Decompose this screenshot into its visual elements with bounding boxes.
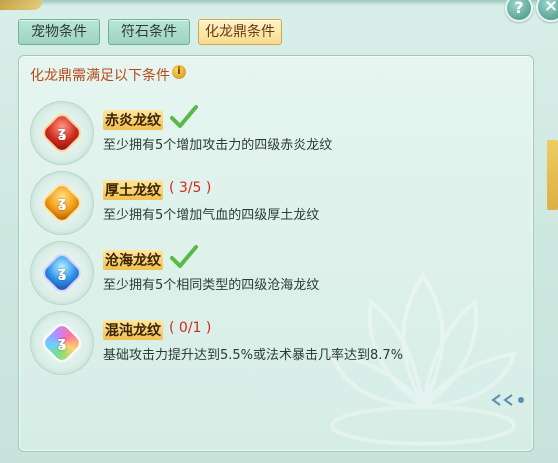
help-button[interactable]: ? (505, 0, 533, 22)
condition-description: 至少拥有5个相同类型的四级沧海龙纹 (103, 278, 320, 293)
checkmark-icon (170, 245, 198, 268)
condition-row: ʓ 混沌龙纹 ( 0/1 ) 基础攻击力提升达到5.5%或法术暴击几率达到8.7… (19, 314, 533, 384)
condition-progress: ( 0/1 ) (169, 320, 212, 336)
conditions-panel: 化龙鼎需满足以下条件 i ʓ 赤炎龙纹 至少拥有5个增加攻击力的四级赤炎龙纹 ʓ… (18, 55, 534, 452)
checkmark-icon (170, 105, 198, 128)
dragon-glyph-icon: ʓ (57, 125, 67, 141)
close-button[interactable]: × (536, 0, 558, 22)
dragon-glyph-icon: ʓ (57, 265, 67, 281)
scroll-arrows-icon[interactable] (490, 392, 530, 408)
condition-progress: ( 3/5 ) (169, 180, 212, 196)
tab-dragon-cauldron-conditions[interactable]: 化龙鼎条件 (198, 19, 282, 45)
corner-ornament (0, 0, 42, 10)
condition-name: 厚土龙纹 (103, 180, 163, 200)
condition-row: ʓ 沧海龙纹 至少拥有5个相同类型的四级沧海龙纹 (19, 244, 533, 314)
close-icon: × (543, 0, 558, 16)
tab-pet-conditions[interactable]: 宠物条件 (18, 19, 100, 45)
tab-rune-conditions[interactable]: 符石条件 (108, 19, 190, 45)
condition-name: 赤炎龙纹 (103, 110, 163, 130)
condition-description: 至少拥有5个增加气血的四级厚土龙纹 (103, 208, 320, 223)
dragon-glyph-icon: ʓ (57, 335, 67, 351)
condition-name: 混沌龙纹 (103, 320, 163, 340)
question-mark-icon: ? (514, 0, 524, 17)
condition-description: 至少拥有5个增加攻击力的四级赤炎龙纹 (103, 138, 333, 153)
condition-name: 沧海龙纹 (103, 250, 163, 270)
panel-title: 化龙鼎需满足以下条件 (30, 68, 170, 84)
dragon-glyph-icon: ʓ (57, 195, 67, 211)
top-border (0, 0, 558, 6)
condition-row: ʓ 赤炎龙纹 至少拥有5个增加攻击力的四级赤炎龙纹 (19, 104, 533, 174)
condition-row: ʓ 厚土龙纹 ( 3/5 ) 至少拥有5个增加气血的四级厚土龙纹 (19, 174, 533, 244)
side-edge-tab (547, 140, 558, 210)
info-icon[interactable]: i (172, 65, 186, 79)
condition-description: 基础攻击力提升达到5.5%或法术暴击几率达到8.7% (103, 348, 404, 363)
